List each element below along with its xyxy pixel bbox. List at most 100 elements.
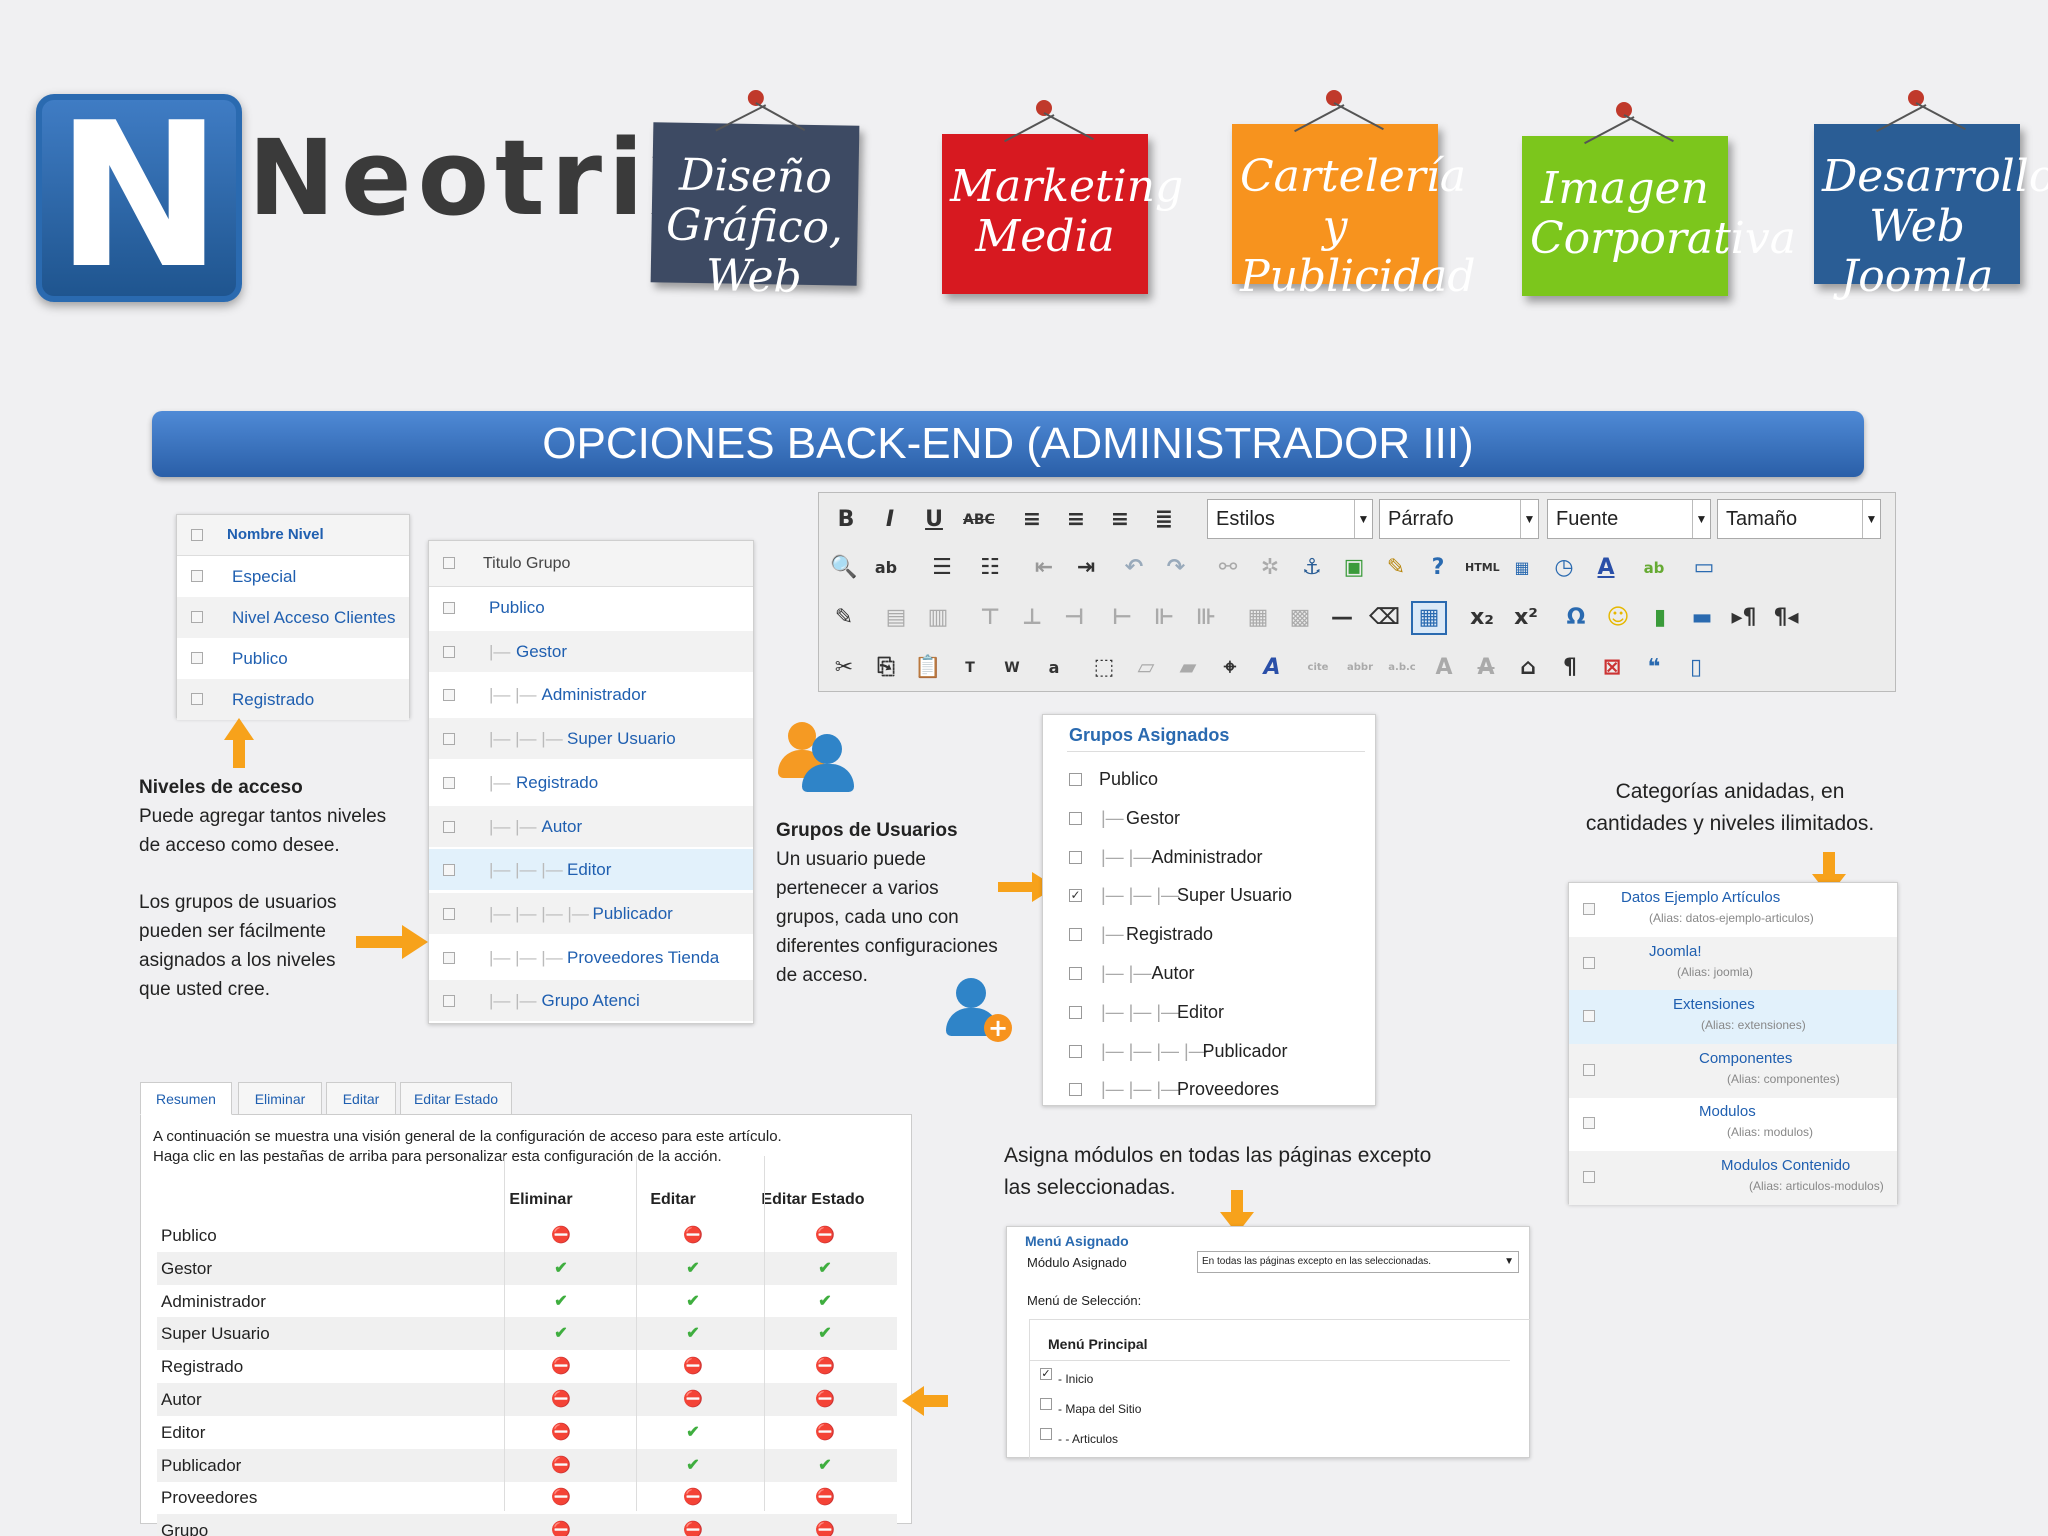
deletion-icon[interactable]: A bbox=[1471, 653, 1501, 683]
row-checkbox[interactable] bbox=[443, 733, 455, 746]
paste-text-icon[interactable]: T bbox=[955, 653, 985, 683]
size-select[interactable]: Tamaño ▼ bbox=[1717, 499, 1881, 539]
tab-editar-estado[interactable]: Editar Estado bbox=[400, 1082, 512, 1114]
insert-col-before-icon[interactable]: ⊢ bbox=[1107, 603, 1137, 633]
acronym-icon[interactable]: a.b.c bbox=[1387, 653, 1417, 683]
merge-cells-icon[interactable]: ▩ bbox=[1285, 603, 1315, 633]
column-header-nombre-nivel[interactable]: Nombre Nivel bbox=[227, 526, 324, 543]
row-checkbox[interactable] bbox=[191, 652, 203, 664]
table-row-props-icon[interactable]: ▤ bbox=[881, 603, 911, 633]
font-select[interactable]: Fuente ▼ bbox=[1547, 499, 1711, 539]
row-checkbox[interactable] bbox=[1583, 1010, 1595, 1023]
menu-item-checkbox[interactable]: ✓ bbox=[1040, 1368, 1052, 1380]
table-cell-props-icon[interactable]: ▥ bbox=[923, 603, 953, 633]
group-checkbox[interactable] bbox=[1069, 773, 1082, 786]
outdent-icon[interactable]: ⇤ bbox=[1029, 553, 1059, 583]
split-cells-icon[interactable]: ▦ bbox=[1243, 603, 1273, 633]
underline-icon[interactable]: U bbox=[919, 505, 949, 535]
move-forward-icon[interactable]: ▱ bbox=[1131, 653, 1161, 683]
row-checkbox[interactable] bbox=[443, 907, 455, 920]
row-checkbox[interactable] bbox=[443, 820, 455, 833]
tab-editar[interactable]: Editar bbox=[326, 1082, 396, 1114]
horizontal-rule-icon[interactable]: — bbox=[1327, 603, 1357, 633]
text-color-icon[interactable]: A bbox=[1591, 553, 1621, 583]
row-checkbox[interactable] bbox=[443, 951, 455, 964]
insert-row-before-icon[interactable]: ⊤ bbox=[975, 603, 1005, 633]
style-props-icon[interactable]: A bbox=[1257, 653, 1287, 683]
select-all-icon[interactable]: a bbox=[1039, 653, 1069, 683]
row-checkbox[interactable] bbox=[443, 602, 455, 614]
group-link[interactable]: Publicador bbox=[593, 904, 673, 924]
rtl-icon[interactable]: ¶◂ bbox=[1771, 603, 1801, 633]
group-link[interactable]: Gestor bbox=[516, 642, 567, 662]
attributes-icon[interactable]: ⌂ bbox=[1513, 653, 1543, 683]
paragraph-select[interactable]: Párrafo ▼ bbox=[1379, 499, 1539, 539]
group-link[interactable]: Publico bbox=[489, 598, 545, 618]
align-right-icon[interactable]: ≡ bbox=[1105, 505, 1135, 535]
row-checkbox[interactable] bbox=[1583, 903, 1595, 915]
abbr-icon[interactable]: abbr bbox=[1345, 653, 1375, 683]
visual-aid-icon[interactable]: ⬚ bbox=[1089, 653, 1119, 683]
numbered-list-icon[interactable]: ☷ bbox=[975, 553, 1005, 583]
anchor-icon[interactable]: ⚓ bbox=[1297, 553, 1327, 583]
cut-icon[interactable]: ✂ bbox=[829, 653, 859, 683]
paste-word-icon[interactable]: W bbox=[997, 653, 1027, 683]
superscript-icon[interactable]: x² bbox=[1511, 603, 1541, 633]
tab-eliminar[interactable]: Eliminar bbox=[238, 1082, 322, 1114]
absolute-icon[interactable]: ⌖ bbox=[1215, 653, 1245, 683]
insert-time-icon[interactable]: ◷ bbox=[1549, 553, 1579, 583]
show-blocks-icon[interactable]: ¶ bbox=[1555, 653, 1585, 683]
insert-row-after-icon[interactable]: ⊥ bbox=[1017, 603, 1047, 633]
group-link[interactable]: Administrador bbox=[542, 685, 647, 705]
row-checkbox[interactable] bbox=[191, 570, 203, 582]
row-checkbox[interactable] bbox=[1583, 1117, 1595, 1130]
row-checkbox[interactable] bbox=[443, 864, 455, 877]
image-icon[interactable]: ▣ bbox=[1339, 553, 1369, 583]
non-breaking-icon[interactable]: ⊠ bbox=[1597, 653, 1627, 683]
tab-resumen[interactable]: Resumen bbox=[140, 1082, 232, 1115]
insert-date-icon[interactable]: ▦ bbox=[1507, 553, 1537, 583]
remove-format-icon[interactable]: ⌫ bbox=[1369, 603, 1400, 633]
row-checkbox[interactable] bbox=[191, 693, 203, 705]
help-icon[interactable]: ? bbox=[1423, 553, 1453, 583]
group-link[interactable]: Grupo Atenci bbox=[542, 991, 640, 1011]
row-checkbox[interactable] bbox=[1583, 956, 1595, 969]
insert-col-after-icon[interactable]: ⊩ bbox=[1149, 603, 1179, 633]
access-level-item[interactable]: Especial bbox=[232, 567, 296, 587]
align-left-icon[interactable]: ≡ bbox=[1017, 505, 1047, 535]
subscript-icon[interactable]: x₂ bbox=[1467, 603, 1497, 633]
media-icon[interactable]: ▮ bbox=[1645, 603, 1675, 633]
category-link[interactable]: Joomla! bbox=[1649, 943, 1702, 960]
delete-row-icon[interactable]: ⊣ bbox=[1059, 603, 1089, 633]
column-header-titulo-grupo[interactable]: Titulo Grupo bbox=[483, 555, 570, 573]
category-link[interactable]: Modulos Contenido bbox=[1721, 1157, 1850, 1174]
select-all-checkbox[interactable] bbox=[191, 529, 203, 541]
align-center-icon[interactable]: ≡ bbox=[1061, 505, 1091, 535]
row-checkbox[interactable] bbox=[443, 689, 455, 702]
special-char-icon[interactable]: Ω bbox=[1561, 603, 1591, 633]
category-link[interactable]: Componentes bbox=[1699, 1050, 1792, 1067]
group-link[interactable]: Registrado bbox=[516, 773, 598, 793]
group-link[interactable]: Editor bbox=[567, 860, 611, 880]
ltr-icon[interactable]: ▸¶ bbox=[1729, 603, 1759, 633]
template-icon[interactable]: ▯ bbox=[1681, 653, 1711, 683]
bullet-list-icon[interactable]: ☰ bbox=[927, 553, 957, 583]
indent-icon[interactable]: ⇥ bbox=[1071, 553, 1101, 583]
access-level-item[interactable]: Nivel Acceso Clientes bbox=[232, 608, 395, 628]
row-checkbox[interactable] bbox=[443, 776, 455, 789]
replace-icon[interactable]: ab bbox=[871, 553, 901, 583]
bold-icon[interactable]: B bbox=[831, 505, 861, 535]
menu-item-checkbox[interactable] bbox=[1040, 1428, 1052, 1440]
menu-item-checkbox[interactable] bbox=[1040, 1398, 1052, 1410]
group-link[interactable]: Super Usuario bbox=[567, 729, 676, 749]
module-assigned-select[interactable]: En todas las páginas excepto en las sele… bbox=[1197, 1251, 1519, 1273]
italic-icon[interactable]: I bbox=[875, 505, 905, 535]
select-all-checkbox[interactable] bbox=[443, 557, 455, 569]
cleanup-icon[interactable]: ✎ bbox=[1381, 553, 1411, 583]
insert-layer-icon[interactable]: ✎ bbox=[829, 603, 859, 633]
unlink-icon[interactable]: ✲ bbox=[1255, 553, 1285, 583]
group-checkbox[interactable] bbox=[1069, 928, 1082, 942]
styles-select[interactable]: Estilos ▼ bbox=[1207, 499, 1373, 539]
access-level-item[interactable]: Publico bbox=[232, 649, 288, 669]
strikethrough-icon[interactable]: ABC bbox=[963, 505, 995, 535]
